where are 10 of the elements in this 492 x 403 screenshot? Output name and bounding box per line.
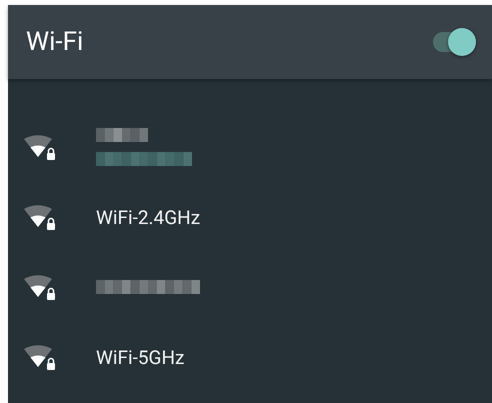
network-row[interactable]: WiFi-5GHz [8,322,492,392]
page-title: Wi-Fi [26,27,84,57]
network-name: WiFi-2.4GHz [96,206,200,228]
blurred-text-drawing [96,128,148,142]
network-row[interactable]: WiFi-2.4GHz [8,182,492,252]
wifi-lock-icon [24,133,58,161]
wifi-lock-icon [24,343,58,371]
network-name: WiFi-5GHz [96,346,184,368]
wifi-lock-icon [24,273,58,301]
wifi-lock-icon [24,203,58,231]
